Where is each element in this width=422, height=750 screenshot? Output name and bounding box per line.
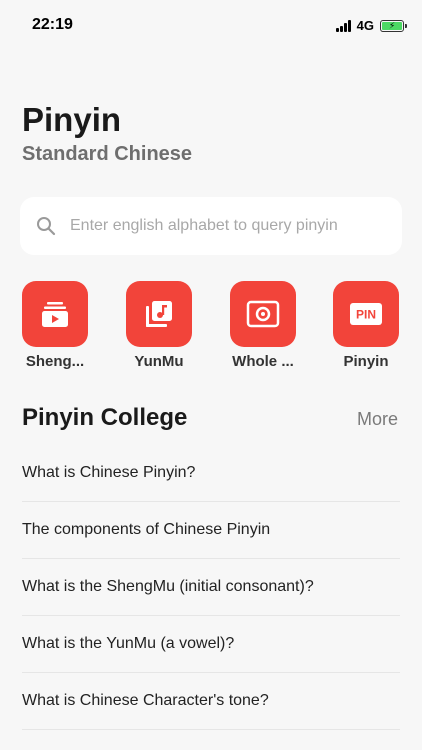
list-item[interactable]: The components of Chinese Pinyin (22, 502, 400, 559)
status-bar: 22:19 4G ⚡ (0, 0, 422, 52)
shortcut-yunmu[interactable]: YunMu (114, 281, 204, 370)
search-box[interactable] (20, 197, 402, 255)
shortcut-grid: Sheng... YunMu Whole ... PIN Pinyin (0, 281, 422, 381)
search-icon (37, 217, 56, 236)
music-library-icon (146, 301, 172, 327)
shortcut-label: Pinyin (343, 353, 389, 370)
cellular-signal-icon (335, 19, 351, 32)
shortcut-pinyin[interactable]: PIN Pinyin (321, 281, 411, 370)
video-stack-icon (42, 302, 68, 327)
pin-badge-icon: PIN (350, 303, 382, 325)
network-type: 4G (356, 18, 374, 33)
status-time: 22:19 (32, 16, 73, 33)
shortcut-tile[interactable] (126, 281, 192, 347)
radio-record-icon (246, 300, 280, 328)
list-item[interactable]: What is the YunMu (a vowel)? (22, 616, 400, 673)
section-title: Pinyin College (22, 404, 188, 431)
page-subtitle: Standard Chinese (22, 143, 193, 165)
list-item[interactable]: What is Chinese Pinyin? (22, 445, 400, 502)
shortcut-label: Whole ... (232, 353, 294, 370)
shortcut-label: YunMu (134, 353, 184, 370)
list-item[interactable]: What is Chinese Character's tone? (22, 673, 400, 730)
shortcut-whole-syllable[interactable]: Whole ... (218, 281, 308, 370)
svg-text:PIN: PIN (356, 308, 376, 322)
search-input[interactable] (70, 217, 390, 235)
shortcut-shengmu[interactable]: Sheng... (10, 281, 100, 370)
battery-icon: ⚡ (380, 19, 407, 32)
shortcut-tile[interactable] (22, 281, 88, 347)
shortcut-label: Sheng... (25, 353, 85, 370)
list-item[interactable]: What is the ShengMu (initial consonant)? (22, 559, 400, 616)
status-indicators: 4G ⚡ (335, 18, 407, 33)
shortcut-tile[interactable]: PIN (333, 281, 399, 347)
more-link[interactable]: More (357, 409, 398, 430)
page-title: Pinyin (22, 101, 122, 138)
shortcut-tile[interactable] (230, 281, 296, 347)
article-list: What is Chinese Pinyin? The components o… (22, 445, 400, 730)
